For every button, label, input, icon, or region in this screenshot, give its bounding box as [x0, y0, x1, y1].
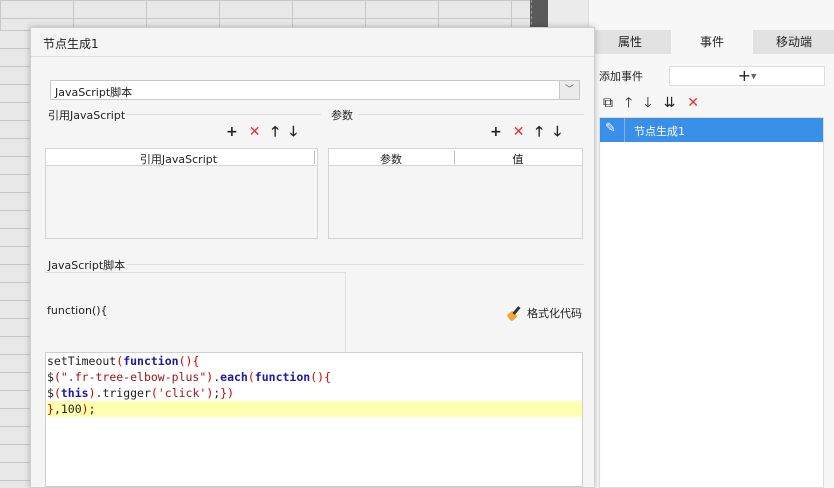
spreadsheet-grid [0, 0, 530, 30]
copy-icon[interactable]: ⧉ [603, 93, 613, 113]
spreadsheet-gutter [548, 0, 588, 30]
event-toolbar: ⧉ 🡑 🡓 ⇊ ✕ [603, 93, 699, 113]
tab-mobile[interactable]: 移动端 [753, 30, 834, 54]
move-down-icon[interactable]: 🡓 [290, 124, 297, 140]
move-bottom-icon[interactable]: ⇊ [664, 93, 676, 113]
code-editor[interactable]: setTimeout(function(){ $(".fr-tree-elbow… [45, 352, 583, 487]
params-toolbar: + ✕ 🡑 🡓 [490, 124, 561, 140]
divider [126, 114, 321, 115]
delete-icon[interactable]: ✕ [687, 93, 699, 113]
add-event-row: 添加事件 +▼ [599, 66, 829, 86]
table-header: 参数 值 [329, 149, 582, 166]
caret-down-icon: ▼ [751, 72, 757, 81]
table-header: 引用JavaScript [46, 149, 317, 166]
spreadsheet-page-break [531, 0, 532, 30]
script-type-select[interactable]: JavaScript脚本 ﹀ [50, 80, 580, 100]
spreadsheet-scroll-area [530, 0, 548, 30]
event-list: ✎ 节点生成1 [599, 117, 824, 488]
pencil-icon: ✎ [605, 121, 616, 136]
column-separator [454, 151, 455, 164]
event-item-label: 节点生成1 [634, 125, 685, 138]
params-table: 参数 值 [328, 148, 583, 239]
event-item[interactable]: ✎ 节点生成1 [600, 118, 823, 142]
column-header-param: 参数 [380, 153, 402, 166]
divider [359, 114, 584, 115]
spreadsheet-grid-left [0, 30, 30, 488]
add-icon[interactable]: + [490, 124, 502, 140]
delete-icon[interactable]: ✕ [249, 124, 261, 140]
add-icon[interactable]: + [226, 124, 238, 140]
params-label: 参数 [331, 109, 353, 122]
move-down-icon[interactable]: 🡓 [554, 124, 561, 140]
divider [126, 264, 584, 265]
divider [31, 56, 594, 57]
code-line: $(this).trigger('click');}) [47, 386, 235, 400]
event-dialog: 节点生成1 JavaScript脚本 ﹀ 引用JavaScript + ✕ 🡑 … [30, 27, 595, 488]
ref-js-table: 引用JavaScript [45, 148, 318, 239]
right-panel: 属性 事件 移动端 添加事件 +▼ ⧉ 🡑 🡓 ⇊ ✕ ✎ 节点生成1 [588, 0, 834, 488]
script-type-value: JavaScript脚本 [55, 86, 133, 99]
tab-properties[interactable]: 属性 [589, 30, 671, 54]
panel-tabs: 属性 事件 移动端 [589, 30, 834, 54]
script-section-label: JavaScript脚本 [48, 259, 126, 272]
column-separator [314, 151, 315, 164]
add-event-button[interactable]: +▼ [669, 66, 825, 86]
plus-icon: + [737, 66, 751, 85]
move-up-icon[interactable]: 🡑 [535, 124, 542, 140]
format-code-button[interactable]: 格式化代码 [507, 305, 582, 321]
function-header: function(){ [47, 304, 108, 317]
ref-js-toolbar: + ✕ 🡑 🡓 [226, 124, 297, 140]
code-line-current: },100); [47, 401, 582, 417]
column-header-ref-js: 引用JavaScript [139, 153, 218, 166]
tab-events[interactable]: 事件 [671, 30, 753, 54]
ref-js-label: 引用JavaScript [48, 109, 126, 122]
brush-icon [507, 306, 523, 320]
event-item-divider [624, 118, 625, 142]
dialog-title: 节点生成1 [43, 37, 99, 51]
delete-icon[interactable]: ✕ [513, 124, 525, 140]
add-event-label: 添加事件 [599, 70, 643, 83]
chevron-down-icon[interactable]: ﹀ [559, 81, 579, 99]
code-line: setTimeout(function(){ [47, 354, 200, 368]
move-up-icon[interactable]: 🡑 [625, 93, 632, 113]
move-down-icon[interactable]: 🡓 [644, 93, 651, 113]
move-up-icon[interactable]: 🡑 [271, 124, 278, 140]
format-code-label: 格式化代码 [527, 307, 582, 320]
column-header-value: 值 [512, 153, 524, 166]
code-line: $(".fr-tree-elbow-plus").each(function()… [47, 370, 331, 384]
